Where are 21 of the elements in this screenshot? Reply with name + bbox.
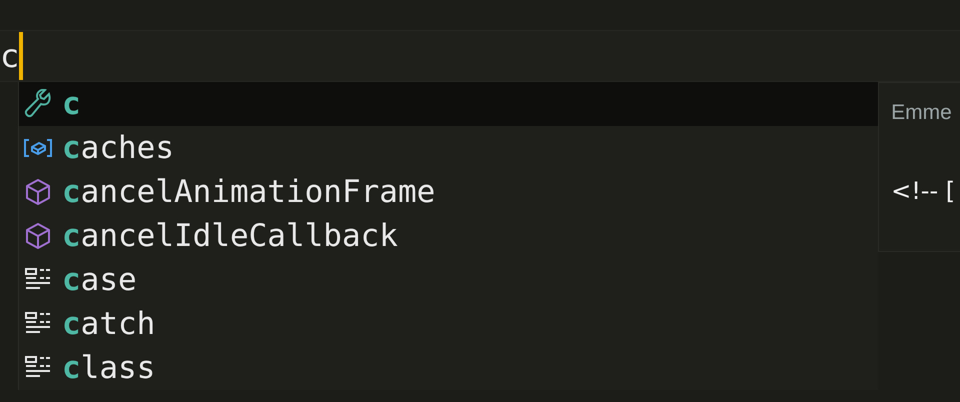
suggestion-label: cancelAnimationFrame (62, 173, 436, 212)
wrench-icon (23, 89, 53, 119)
suggestion-item[interactable]: class (19, 346, 878, 390)
details-body: <!-- [ (891, 176, 956, 207)
text-cursor (19, 32, 24, 80)
suggestion-label: cancelIdleCallback (62, 217, 398, 256)
suggestion-label: case (62, 261, 137, 300)
suggestion-label: c (62, 85, 81, 124)
cube-icon (23, 221, 53, 251)
suggestion-item[interactable]: cancelIdleCallback (19, 214, 878, 258)
suggestion-item[interactable]: cancelAnimationFrame (19, 170, 878, 214)
typed-text: c (0, 36, 20, 77)
details-title: Emme (891, 100, 953, 126)
suggestion-item[interactable]: c (19, 82, 878, 126)
suggestion-item[interactable]: catch (19, 302, 878, 346)
suggestion-label: caches (62, 129, 174, 168)
cube-icon (23, 177, 53, 207)
suggestion-label: catch (62, 305, 156, 344)
suggestion-label: class (62, 349, 156, 388)
suggestion-item[interactable]: caches (19, 126, 878, 170)
suggestion-item[interactable]: case (19, 258, 878, 302)
